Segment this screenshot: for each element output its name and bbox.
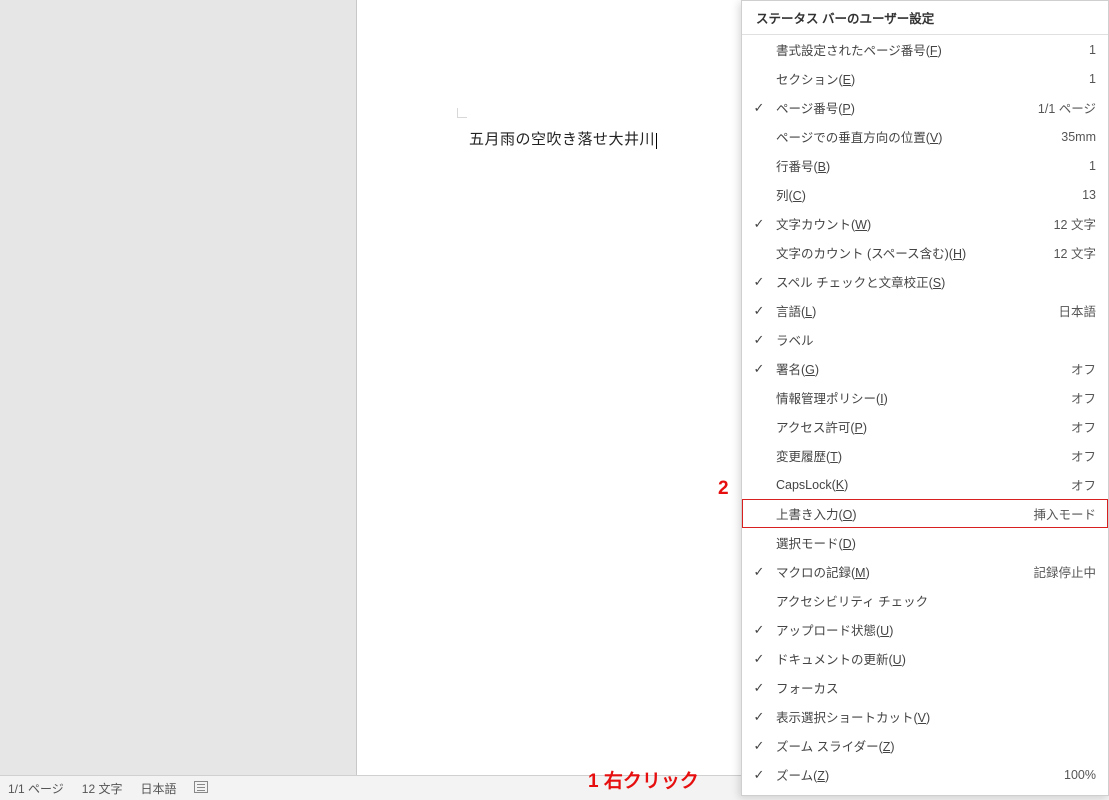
menu-item-value: 挿入モード — [1033, 504, 1096, 523]
menu-item-caps-lock[interactable]: CapsLock(K) オフ — [742, 470, 1108, 499]
menu-item-value: 12 文字 — [1054, 243, 1096, 262]
menu-item-label: 行番号(B) — [776, 156, 1081, 175]
menu-item-macro-record[interactable]: ✓マクロの記録(M) 記録停止中 — [742, 557, 1108, 586]
menu-item-zoom-slider[interactable]: ✓ズーム スライダー(Z) — [742, 731, 1108, 760]
menu-item-doc-updates[interactable]: ✓ドキュメントの更新(U) — [742, 644, 1108, 673]
menu-item-word-count[interactable]: ✓文字カウント(W) 12 文字 — [742, 209, 1108, 238]
menu-item-label: マクロの記録(M) — [776, 562, 1025, 581]
statusbar-context-menu[interactable]: ステータス バーのユーザー設定 書式設定されたページ番号(F)1セクション(E)… — [741, 0, 1109, 796]
menu-item-label: 言語(L) — [776, 301, 1050, 320]
menu-item-info-policy[interactable]: 情報管理ポリシー(I) オフ — [742, 383, 1108, 412]
menu-item-value: オフ — [1071, 359, 1096, 378]
menu-item-accessibility[interactable]: アクセシビリティ チェック — [742, 586, 1108, 615]
menu-item-overtype[interactable]: 上書き入力(O) 挿入モード — [742, 499, 1108, 528]
menu-item-label: ズーム(Z) — [776, 765, 1056, 784]
menu-item-spell-grammar[interactable]: ✓スペル チェックと文章校正(S) — [742, 267, 1108, 296]
menu-item-value: 日本語 — [1058, 301, 1096, 320]
checkmark-icon: ✓ — [742, 680, 776, 696]
menu-item-value: 100% — [1064, 768, 1096, 782]
menu-item-upload-status[interactable]: ✓アップロード状態(U) — [742, 615, 1108, 644]
menu-item-label: 表示選択ショートカット(V) — [776, 707, 1088, 726]
menu-item-value: 1 — [1089, 159, 1096, 173]
menu-item-label: 文字のカウント (スペース含む)(H) — [776, 243, 1046, 262]
checkmark-icon: ✓ — [742, 709, 776, 725]
checkmark-icon: ✓ — [742, 767, 776, 783]
menu-item-label: 署名(G) — [776, 359, 1063, 378]
status-word-count[interactable]: 12 文字 — [82, 780, 123, 797]
checkmark-icon: ✓ — [742, 738, 776, 754]
menu-item-label: 変更履歴(T) — [776, 446, 1063, 465]
menu-item-label: ドキュメントの更新(U) — [776, 649, 1088, 668]
menu-item-value: オフ — [1071, 475, 1096, 494]
menu-item-language[interactable]: ✓言語(L) 日本語 — [742, 296, 1108, 325]
menu-item-selection-mode[interactable]: 選択モード(D) — [742, 528, 1108, 557]
menu-item-label: セクション(E) — [776, 69, 1081, 88]
context-menu-title: ステータス バーのユーザー設定 — [742, 1, 1108, 35]
menu-item-line-number[interactable]: 行番号(B) 1 — [742, 151, 1108, 180]
menu-item-value: 1 — [1089, 43, 1096, 57]
menu-item-value: 12 文字 — [1054, 214, 1096, 233]
checkmark-icon: ✓ — [742, 622, 776, 638]
menu-item-page-number[interactable]: ✓ページ番号(P) 1/1 ページ — [742, 93, 1108, 122]
menu-item-label: 書式設定されたページ番号(F) — [776, 40, 1081, 59]
menu-item-signatures[interactable]: ✓署名(G) オフ — [742, 354, 1108, 383]
menu-item-section[interactable]: セクション(E) 1 — [742, 64, 1108, 93]
document-body-text[interactable]: 五月雨の空吹き落せ大井川 — [469, 128, 657, 149]
menu-item-value: オフ — [1071, 446, 1096, 465]
menu-item-label: 情報管理ポリシー(I) — [776, 388, 1063, 407]
menu-item-label: ページでの垂直方向の位置(V) — [776, 127, 1053, 146]
menu-item-formatted-page[interactable]: 書式設定されたページ番号(F) 1 — [742, 35, 1108, 64]
menu-item-value: 1 — [1089, 72, 1096, 86]
checkmark-icon: ✓ — [742, 100, 776, 116]
menu-item-value: 35mm — [1061, 130, 1096, 144]
status-language[interactable]: 日本語 — [140, 780, 176, 797]
menu-item-label: CapsLock(K) — [776, 478, 1063, 492]
menu-item-label: フォーカス — [776, 678, 1088, 697]
status-page[interactable]: 1/1 ページ — [8, 780, 64, 797]
checkmark-icon: ✓ — [742, 216, 776, 232]
menu-item-label: アップロード状態(U) — [776, 620, 1088, 639]
menu-item-label: 選択モード(D) — [776, 533, 1088, 552]
menu-item-value: 13 — [1082, 188, 1096, 202]
menu-item-column[interactable]: 列(C) 13 — [742, 180, 1108, 209]
menu-item-focus[interactable]: ✓フォーカス — [742, 673, 1108, 702]
checkmark-icon: ✓ — [742, 332, 776, 348]
menu-item-label: 列(C) — [776, 185, 1074, 204]
menu-item-label: ラベル — [776, 330, 1088, 349]
menu-item-label[interactable]: ✓ラベル — [742, 325, 1108, 354]
menu-item-label: ズーム スライダー(Z) — [776, 736, 1088, 755]
menu-item-char-count-sp[interactable]: 文字のカウント (スペース含む)(H) 12 文字 — [742, 238, 1108, 267]
menu-item-value: 記録停止中 — [1033, 562, 1096, 581]
menu-item-label: アクセシビリティ チェック — [776, 591, 1088, 610]
menu-item-value: オフ — [1071, 417, 1096, 436]
checkmark-icon: ✓ — [742, 303, 776, 319]
menu-item-track-changes[interactable]: 変更履歴(T) オフ — [742, 441, 1108, 470]
menu-item-label: 上書き入力(O) — [776, 504, 1025, 523]
menu-item-value: オフ — [1071, 388, 1096, 407]
checkmark-icon: ✓ — [742, 651, 776, 667]
navigation-pane — [0, 0, 357, 775]
menu-item-label: ページ番号(P) — [776, 98, 1030, 117]
menu-item-zoom[interactable]: ✓ズーム(Z) 100% — [742, 760, 1108, 789]
menu-item-view-shortcuts[interactable]: ✓表示選択ショートカット(V) — [742, 702, 1108, 731]
menu-item-value: 1/1 ページ — [1038, 98, 1096, 117]
page-corner-mark — [457, 108, 467, 118]
macro-record-icon[interactable] — [194, 781, 208, 796]
menu-item-label: スペル チェックと文章校正(S) — [776, 272, 1088, 291]
menu-item-label: アクセス許可(P) — [776, 417, 1063, 436]
checkmark-icon: ✓ — [742, 564, 776, 580]
checkmark-icon: ✓ — [742, 361, 776, 377]
menu-item-vertical-pos[interactable]: ページでの垂直方向の位置(V) 35mm — [742, 122, 1108, 151]
menu-item-permissions[interactable]: アクセス許可(P) オフ — [742, 412, 1108, 441]
menu-item-label: 文字カウント(W) — [776, 214, 1046, 233]
checkmark-icon: ✓ — [742, 274, 776, 290]
